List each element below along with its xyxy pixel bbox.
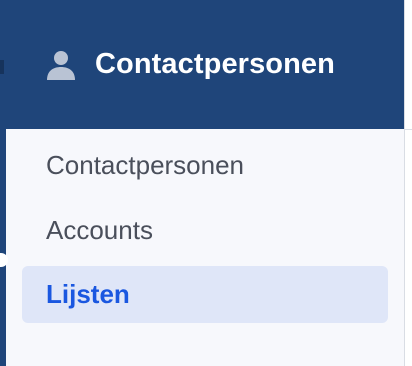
sidebar-item-contactpersonen[interactable]: Contactpersonen <box>22 137 388 194</box>
user-icon-svg <box>47 50 75 80</box>
sidebar-item-label: Accounts <box>46 215 153 245</box>
divider <box>405 129 412 130</box>
header-edge-marker <box>0 60 4 74</box>
sidebar-item-accounts[interactable]: Accounts <box>22 202 388 259</box>
sidebar-item-lijsten[interactable]: Lijsten <box>22 266 388 323</box>
divider <box>404 0 405 366</box>
user-icon <box>46 49 76 81</box>
header: Contactpersonen <box>0 0 404 129</box>
sidebar-item-label: Contactpersonen <box>46 150 245 180</box>
sidebar-item-label: Lijsten <box>46 279 130 309</box>
sidebar-menu: Contactpersonen Accounts Lijsten <box>6 129 404 366</box>
page-title: Contactpersonen <box>95 48 335 80</box>
right-gutter <box>405 0 412 129</box>
